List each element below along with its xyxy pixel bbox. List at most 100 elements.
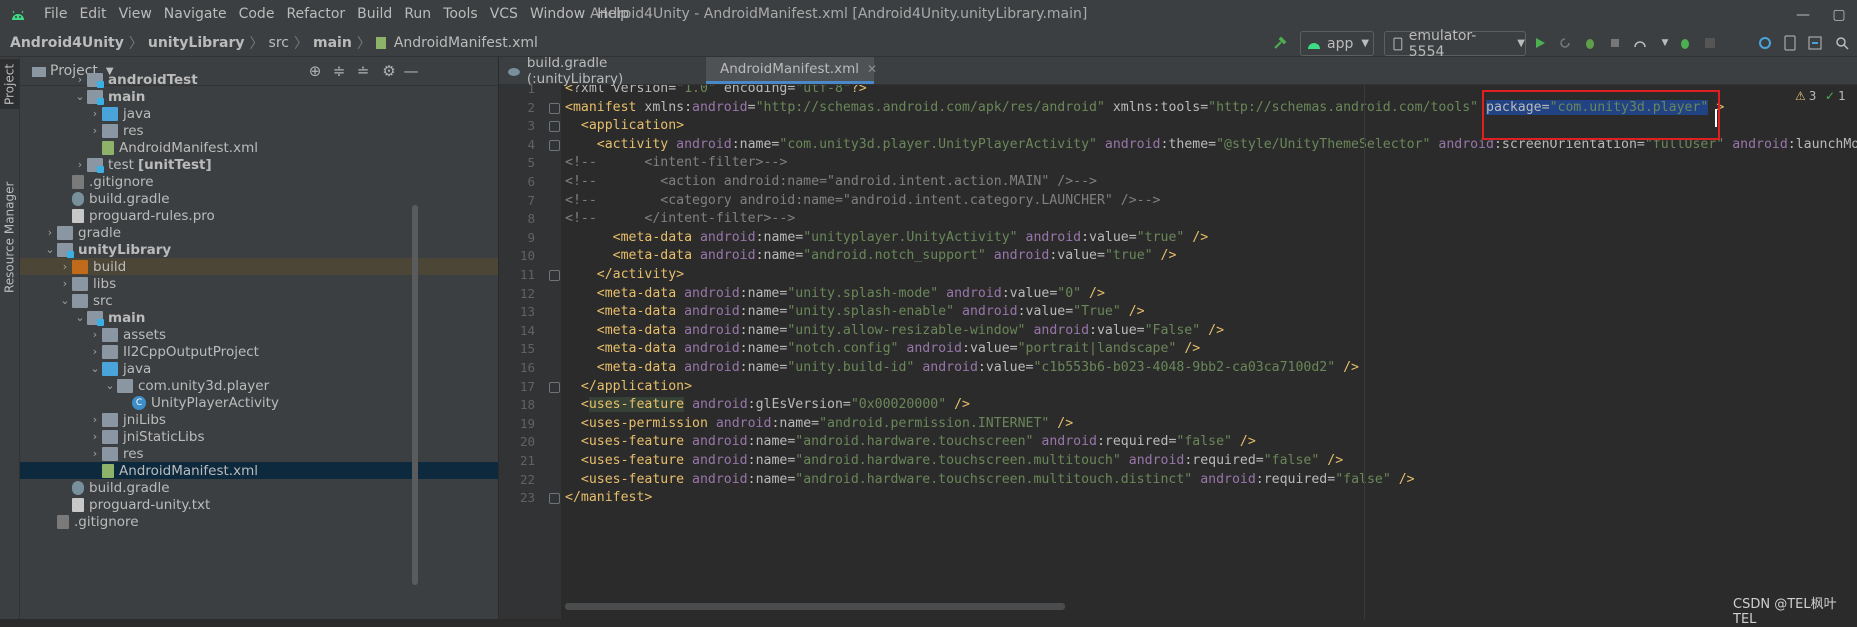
warnings-indicator[interactable]: ⚠ 3 (1795, 89, 1816, 103)
tree-item[interactable]: ⌄ java (20, 360, 498, 377)
tree-item[interactable]: › build (20, 258, 498, 275)
menu-refactor[interactable]: Refactor (280, 0, 351, 29)
project-scrollbar[interactable] (412, 205, 418, 585)
rerun-icon[interactable] (1555, 33, 1575, 53)
search-everywhere-icon[interactable] (1832, 33, 1852, 53)
chevron-down-icon[interactable]: ⌄ (43, 243, 57, 256)
menu-edit[interactable]: Edit (73, 0, 112, 29)
breadcrumb-item[interactable]: Android4Unity (8, 35, 126, 51)
chevron-down-icon[interactable]: ⌄ (73, 311, 87, 324)
chevron-down-icon[interactable]: ⌄ (58, 294, 72, 307)
attach-debugger-icon[interactable] (1605, 33, 1625, 53)
more-run-options-icon[interactable]: ▼ (1655, 33, 1675, 53)
menu-build[interactable]: Build (351, 0, 398, 29)
device-select[interactable]: emulator-5554 ▼ (1384, 28, 1526, 60)
menu-file[interactable]: File (38, 0, 73, 29)
run-icon[interactable] (1530, 33, 1550, 53)
tree-item[interactable]: build.gradle (20, 190, 498, 207)
minimize-icon[interactable]: — (1785, 0, 1821, 29)
folder-icon (102, 123, 118, 138)
line-number: 13 (519, 304, 535, 320)
tree-item[interactable]: ⌄ src (20, 292, 498, 309)
debug-icon[interactable] (1580, 33, 1600, 53)
chevron-right-icon[interactable]: › (73, 158, 87, 171)
fold-marker-icon[interactable] (549, 381, 560, 393)
chevron-right-icon[interactable]: › (88, 447, 102, 460)
tree-item[interactable]: › jniStaticLibs (20, 428, 498, 445)
menu-window[interactable]: Window (524, 0, 591, 29)
project-tool-tab[interactable]: Project (0, 59, 19, 109)
tree-item[interactable]: › res (20, 445, 498, 462)
chevron-right-icon[interactable]: › (88, 328, 102, 341)
editor-horizontal-scrollbar[interactable] (565, 603, 1065, 610)
tree-item[interactable]: ⌄ unityLibrary (20, 241, 498, 258)
tree-item[interactable]: AndroidManifest.xml (20, 462, 498, 479)
tab-android-manifest[interactable]: AndroidManifest.xml ✕ (706, 57, 877, 84)
menu-navigate[interactable]: Navigate (158, 0, 233, 29)
chevron-right-icon[interactable]: › (88, 345, 102, 358)
code-token: android (699, 248, 756, 264)
tree-item[interactable]: proguard-unity.txt (20, 496, 498, 513)
fold-marker-icon[interactable] (549, 270, 560, 281)
tree-item[interactable]: AndroidManifest.xml (20, 139, 498, 156)
chevron-right-icon[interactable]: › (88, 413, 102, 426)
tree-item[interactable]: › jniLibs (20, 411, 498, 428)
tree-item[interactable]: › res (20, 122, 498, 139)
chevron-down-icon[interactable]: ⌄ (73, 90, 87, 103)
chevron-right-icon[interactable]: › (43, 226, 57, 239)
tree-item[interactable]: ⌄ main (20, 309, 498, 326)
fold-marker-icon[interactable] (549, 139, 560, 151)
chevron-right-icon[interactable]: › (58, 277, 72, 290)
tree-item[interactable]: proguard-rules.pro (20, 207, 498, 224)
breadcrumb-item[interactable]: src (267, 35, 291, 51)
breadcrumb: Android4Unity 〉 unityLibrary 〉 src 〉 main 〉 Andr… (8, 33, 540, 53)
tree-item[interactable]: › java (20, 105, 498, 122)
run-config-select[interactable]: app ▼ (1300, 31, 1374, 56)
fold-marker-icon[interactable] (549, 121, 560, 133)
code-area[interactable]: <?xml version="1.0" encoding="utf-8"?> <m… (565, 85, 1857, 619)
breadcrumb-item[interactable]: AndroidManifest.xml (392, 35, 540, 51)
chevron-down-icon[interactable]: ⌄ (103, 379, 117, 392)
breadcrumb-separator-icon: 〉 (294, 35, 308, 52)
resource-manager-tool-tab[interactable]: Resource Manager (0, 177, 19, 297)
code-token: "notch.config" (787, 341, 899, 357)
menu-vcs[interactable]: VCS (484, 0, 524, 29)
tree-item[interactable]: › gradle (20, 224, 498, 241)
sync-gradle-icon[interactable] (1755, 33, 1775, 53)
chevron-right-icon[interactable]: › (88, 124, 102, 137)
chevron-right-icon[interactable]: › (88, 107, 102, 120)
fold-marker-icon[interactable] (549, 102, 560, 114)
tree-item[interactable]: C UnityPlayerActivity (20, 394, 498, 411)
device-manager-icon[interactable] (1780, 33, 1800, 53)
tree-item[interactable]: › libs (20, 275, 498, 292)
menu-view[interactable]: View (113, 0, 158, 29)
build-hammer-icon[interactable] (1270, 33, 1290, 53)
ok-indicator[interactable]: ✓ 1 (1825, 89, 1846, 103)
menu-tools[interactable]: Tools (437, 0, 484, 29)
chevron-right-icon[interactable]: › (73, 73, 87, 86)
stop-icon[interactable] (1700, 33, 1720, 53)
tree-item[interactable]: .gitignore (20, 513, 498, 530)
maximize-icon[interactable]: ▢ (1821, 0, 1857, 29)
tree-item[interactable]: › Il2CppOutputProject (20, 343, 498, 360)
tree-item[interactable]: ⌄ main (20, 88, 498, 105)
breadcrumb-item[interactable]: main (311, 35, 354, 51)
tree-item[interactable]: › test [unitTest] (20, 156, 498, 173)
tree-item[interactable]: build.gradle (20, 479, 498, 496)
tree-item[interactable]: .gitignore (20, 173, 498, 190)
menu-code[interactable]: Code (233, 0, 281, 29)
chevron-down-icon[interactable]: ⌄ (88, 362, 102, 375)
sdk-manager-icon[interactable] (1805, 33, 1825, 53)
tree-item[interactable]: › androidTest (20, 71, 498, 88)
tree-item[interactable]: ⌄ com.unity3d.player (20, 377, 498, 394)
profile-icon[interactable] (1630, 33, 1650, 53)
chevron-right-icon[interactable]: › (58, 260, 72, 273)
bug-icon[interactable] (1675, 33, 1695, 53)
menu-run[interactable]: Run (398, 0, 437, 29)
breadcrumb-item[interactable]: unityLibrary (146, 35, 247, 51)
close-icon[interactable]: ✕ (867, 62, 877, 76)
tree-item[interactable]: › assets (20, 326, 498, 343)
fold-marker-icon[interactable] (549, 493, 560, 505)
chevron-right-icon[interactable]: › (88, 430, 102, 443)
